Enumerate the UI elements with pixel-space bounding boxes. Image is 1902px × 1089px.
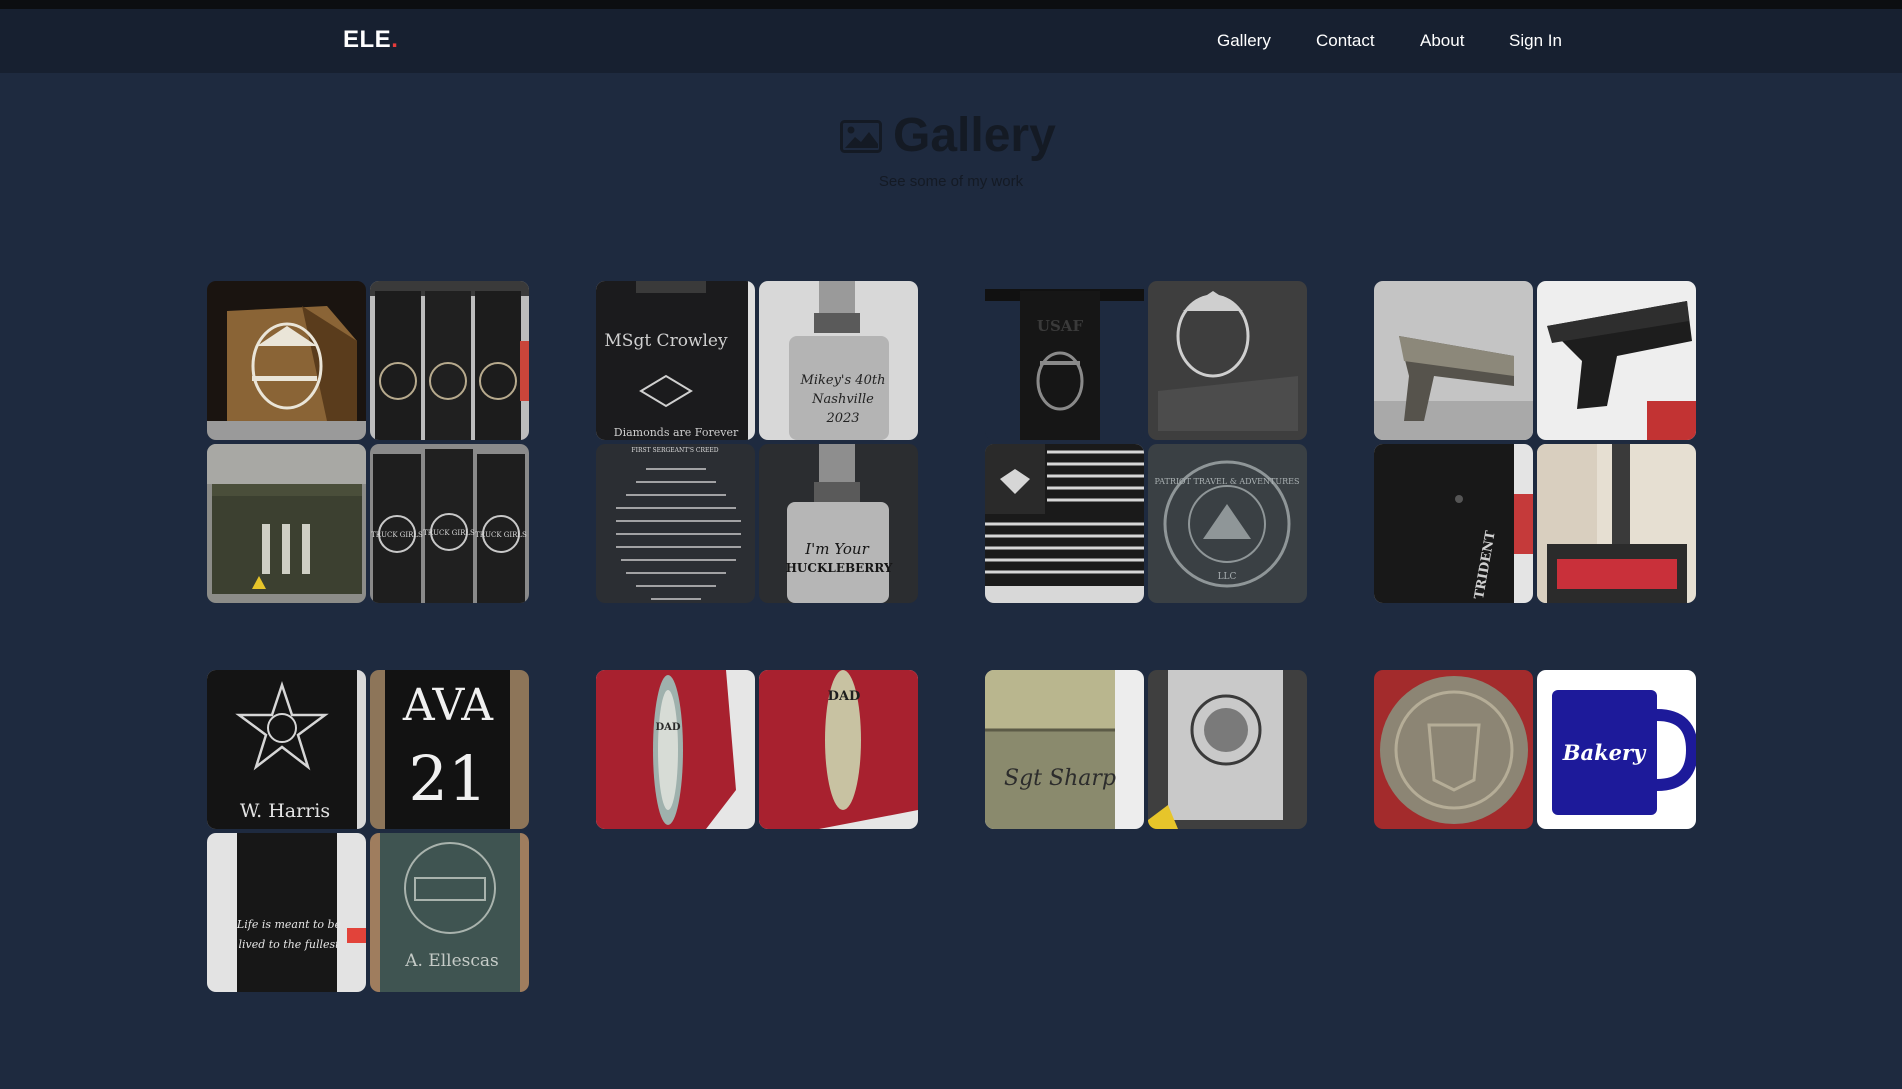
gallery-photo: MSgt Crowley Diamonds are Forever: [596, 281, 755, 440]
gallery-item-engraved-mags[interactable]: [370, 281, 529, 440]
gallery-item-lure-1[interactable]: DAD: [596, 670, 755, 829]
lure-text: DAD: [828, 689, 861, 704]
gallery-photo: I'm Your HUCKLEBERRY: [759, 444, 918, 603]
gallery-item-flag-plaque[interactable]: [985, 444, 1144, 603]
gallery-item-bakery-mug[interactable]: Bakery: [1537, 670, 1696, 829]
lure-text: DAD: [655, 722, 680, 733]
gallery-photo: DAD: [596, 670, 755, 829]
gallery-photo: [985, 444, 1144, 603]
gallery-item-badge-harris[interactable]: W. Harris: [207, 670, 366, 829]
gallery-photo: TRIDENT: [1374, 444, 1533, 603]
gallery-item-lure-2[interactable]: DAD: [759, 670, 918, 829]
gallery-photo: Bakery: [1537, 670, 1696, 829]
patriot-text: PATRIOT TRAVEL & ADVENTURES: [1155, 477, 1300, 486]
gallery-item-script-tumbler[interactable]: Life is meant to be lived to the fullest: [207, 833, 366, 992]
tumbler-name: A. Ellescas: [404, 951, 499, 971]
gallery-item-ellescas-tumbler[interactable]: A. Ellescas: [370, 833, 529, 992]
creed-heading: FIRST SERGEANT'S CREED: [631, 447, 718, 454]
mag-text: TRUCK GIRLS: [423, 529, 475, 537]
flask-text-line: I'm Your: [804, 540, 869, 558]
badge-name: W. Harris: [240, 800, 330, 822]
flask-text-line: Nashville: [811, 392, 874, 407]
flask-text-line: 2023: [825, 411, 859, 426]
gallery-item-leather-emblem[interactable]: [1148, 281, 1307, 440]
gallery-item-flask-mikey[interactable]: Mikey's 40th Nashville 2023: [759, 281, 918, 440]
tumbler-script: lived to the fullest: [238, 938, 340, 951]
browser-top-strip: [0, 0, 1902, 9]
gallery-photo: W. Harris: [207, 670, 366, 829]
gallery-photo: A. Ellescas: [370, 833, 529, 992]
gallery-photo: [1148, 670, 1307, 829]
flask-name: MSgt Crowley: [604, 331, 728, 351]
gallery-photo: USAF: [985, 281, 1144, 440]
tumbler-script: Life is meant to be: [236, 918, 342, 931]
mug-brand: Bakery: [1562, 740, 1647, 765]
brand-text: ELE: [343, 26, 392, 53]
gallery-photo: [1537, 281, 1696, 440]
gallery-photo: Sgt Sharp: [985, 670, 1144, 829]
gallery-photo: [207, 444, 366, 603]
flask-text-line: HUCKLEBERRY: [786, 561, 893, 575]
lighter-name: Sgt Sharp: [1004, 766, 1116, 791]
ava-text: AVA: [402, 680, 494, 731]
nav-link-gallery[interactable]: Gallery: [1217, 31, 1271, 51]
patriot-text: LLC: [1218, 572, 1237, 582]
nav-link-contact[interactable]: Contact: [1316, 31, 1375, 51]
image-icon: [840, 120, 882, 153]
gallery-photo: TRUCK GIRLS TRUCK GIRLS TRUCK GIRLS: [370, 444, 529, 603]
gallery-photo: Life is meant to be lived to the fullest: [207, 833, 366, 992]
brand-logo[interactable]: ELE.: [343, 26, 398, 54]
gallery-item-ava-21[interactable]: AVA 21: [370, 670, 529, 829]
gallery-item-mag-loader[interactable]: [207, 281, 366, 440]
gallery-photo: FIRST SERGEANT'S CREED: [596, 444, 755, 603]
flask-motto: Diamonds are Forever: [614, 426, 739, 439]
gallery-item-trident-slide[interactable]: TRIDENT: [1374, 444, 1533, 603]
gallery-item-creed-tumbler[interactable]: FIRST SERGEANT'S CREED: [596, 444, 755, 603]
gallery-item-zippo-sharp[interactable]: Sgt Sharp: [985, 670, 1144, 829]
gallery-item-engraved-glock-black[interactable]: [1537, 281, 1696, 440]
nav-link-sign-in[interactable]: Sign In: [1509, 31, 1562, 51]
gallery-photo: DAD: [759, 670, 918, 829]
gallery-item-engraved-glock-grey[interactable]: [1374, 281, 1533, 440]
gallery-photo: [1374, 670, 1533, 829]
gallery-item-patriot-plate[interactable]: PATRIOT TRAVEL & ADVENTURES LLC: [1148, 444, 1307, 603]
gallery-item-usaf-mag[interactable]: USAF: [985, 281, 1144, 440]
gallery-photo: Mikey's 40th Nashville 2023: [759, 281, 918, 440]
gallery-photo: AVA 21: [370, 670, 529, 829]
mag-text: TRUCK GIRLS: [371, 531, 423, 539]
mag-text: TRUCK GIRLS: [475, 531, 527, 539]
gallery-photo: [1148, 281, 1307, 440]
gallery-item-flask-crowley[interactable]: MSgt Crowley Diamonds are Forever: [596, 281, 755, 440]
gallery-photo: PATRIOT TRAVEL & ADVENTURES LLC: [1148, 444, 1307, 603]
gallery-item-flask-huckleberry[interactable]: I'm Your HUCKLEBERRY: [759, 444, 918, 603]
gallery-item-ammo-can[interactable]: [207, 444, 366, 603]
mag-brand: USAF: [1037, 317, 1084, 335]
gallery-item-truck-girls-mags[interactable]: TRUCK GIRLS TRUCK GIRLS TRUCK GIRLS: [370, 444, 529, 603]
gallery-item-engraved-plate[interactable]: [1374, 670, 1533, 829]
navbar: ELE. Gallery Contact About Sign In: [0, 9, 1902, 73]
brand-dot: .: [391, 26, 399, 53]
ava-number: 21: [409, 742, 488, 815]
gallery-item-zippo-seal[interactable]: [1148, 670, 1307, 829]
flask-text-line: Mikey's 40th: [800, 373, 886, 388]
gallery-photo: [370, 281, 529, 440]
page-subtitle: See some of my work: [878, 173, 1024, 190]
gallery-photo: [1537, 444, 1696, 603]
page-title: Gallery: [893, 109, 1056, 162]
nav-link-about[interactable]: About: [1420, 31, 1464, 51]
gallery-photo: [1374, 281, 1533, 440]
gallery-photo: [207, 281, 366, 440]
gallery-item-slide-in-vise[interactable]: [1537, 444, 1696, 603]
